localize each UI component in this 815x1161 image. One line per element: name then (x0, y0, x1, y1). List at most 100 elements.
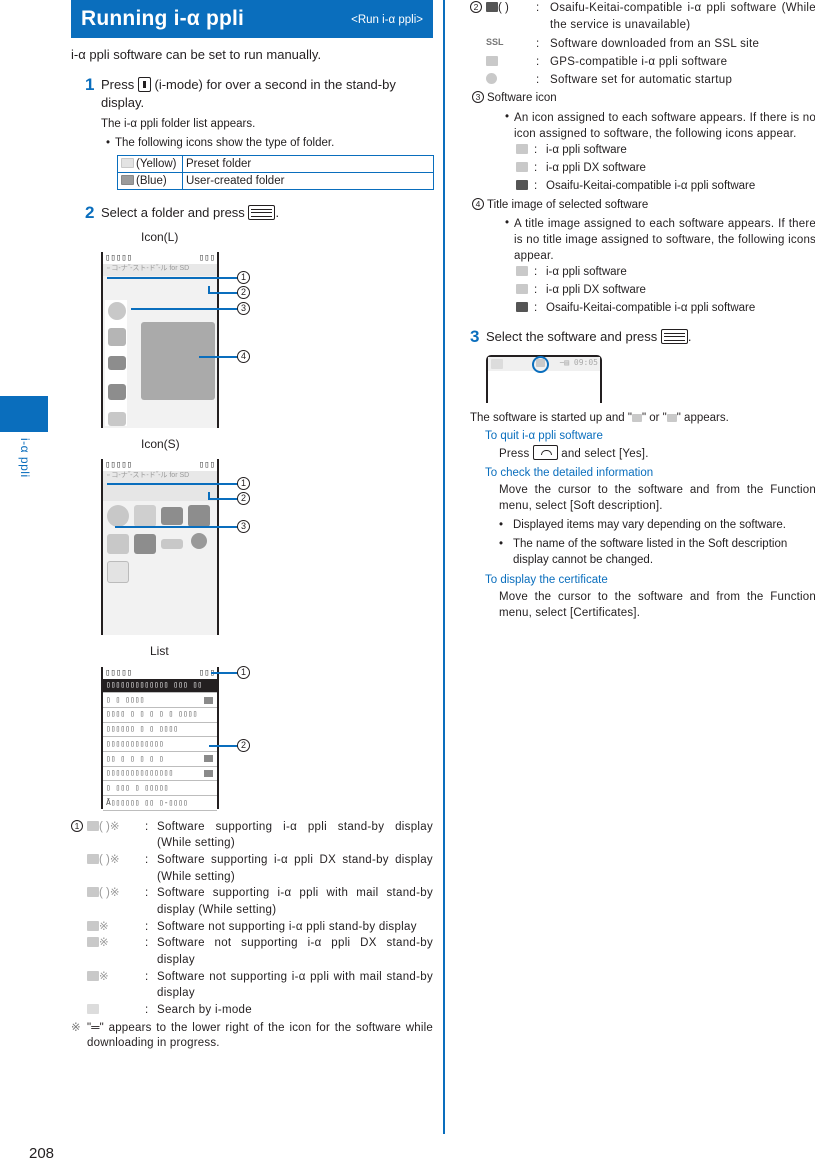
legend-item: : Search by i-mode (71, 1002, 433, 1019)
list-item[interactable]: Ā▯▯▯▯▯▯ ▯▯ ▯-▯▯▯▯ (103, 796, 217, 811)
status-right: ▯▯▯ (198, 460, 215, 471)
i-appli-running-icon (536, 358, 545, 367)
list-item[interactable]: ▯▯▯▯ ▯ ▯ ▯ ▯ ▯ ▯▯▯▯ (103, 708, 217, 723)
list-item[interactable]: ▯ ▯▯▯ ▯ ▯▯▯▯▯ (103, 781, 217, 797)
software-icon[interactable] (108, 356, 126, 371)
status-left: ▯▯▯▯▯ (105, 667, 133, 678)
step-number: 1 (85, 74, 95, 94)
legend-desc: Osaifu-Keitai-compatible i-α ppli softwa… (550, 2, 815, 31)
legend-item: 2 ( ) : Osaifu-Keitai-compatible i-α ppl… (470, 0, 815, 33)
software-icon[interactable] (161, 539, 183, 550)
list-item[interactable]: ▯▯▯▯▯▯▯▯▯▯▯▯▯▯ (103, 766, 217, 782)
tip-body: Move the cursor to the software and from… (499, 590, 815, 620)
callout-marker: 4 (472, 197, 484, 210)
legend-item: ( )※ : Software supporting i-α ppli DX s… (71, 852, 433, 885)
column-divider (443, 0, 445, 1134)
result-text: " appears. (676, 411, 729, 424)
legend-desc: GPS-compatible i-α ppli software (550, 56, 728, 69)
software-icon[interactable] (107, 561, 129, 584)
callout-1: 1 (237, 271, 250, 284)
step-text-before: Select a folder and press (101, 205, 245, 221)
list-item[interactable]: ▯ ▯ ▯▯▯▯ (103, 693, 217, 709)
software-icon[interactable] (107, 505, 129, 528)
icon-list-item: : Osaifu-Keitai-compatible i-α ppli softw… (470, 178, 815, 196)
software-icon[interactable] (188, 505, 210, 528)
i-appli-icon (631, 413, 642, 422)
legend-item: SSL : Software downloaded from an SSL si… (470, 36, 815, 53)
folder-icon-cell: (Blue) (117, 172, 183, 191)
software-icon[interactable] (161, 507, 183, 526)
i-appli-dx-icon (666, 413, 677, 422)
legend-item: ※ : Software not supporting i-α ppli DX … (71, 935, 433, 968)
osaifu-keitai-icon (516, 301, 528, 312)
tip-bullet: • The name of the software listed in the … (470, 536, 815, 569)
osaifu-keitai-icon (486, 2, 498, 12)
step-1-bullet: • The following icons show the type of f… (71, 136, 433, 152)
folder-color-label: (Yellow) (136, 157, 177, 170)
legend-desc: Software supporting i-α ppli with mail s… (157, 887, 433, 917)
result-text: " or " (641, 411, 667, 424)
callout-line (209, 745, 238, 747)
legend-desc: Software supporting i-α ppli DX stand-by… (157, 854, 433, 883)
folder-color-label: (Blue) (136, 174, 167, 187)
callout-marker: 1 (71, 819, 83, 832)
page-title: Running i-α ppli (81, 6, 245, 30)
gps-icon (486, 56, 498, 67)
icon-list-item: : i-α ppli software (470, 142, 815, 160)
legend-desc: Software set for automatic startup (550, 73, 733, 86)
bullet-text: The name of the software listed in the S… (513, 537, 788, 567)
legend-item: : Software set for automatic startup (470, 72, 815, 89)
software-icon[interactable] (108, 384, 126, 401)
screen-icon-small: ▯▯▯▯▯ ▯▯▯ ▫ コ-ナ˝-スト-ド˝-ル for SD (101, 459, 219, 636)
list-item[interactable]: ▯▯ ▯ ▯ ▯ ▯ ▯ (103, 752, 217, 767)
right-column: 2 ( ) : Osaifu-Keitai-compatible i-α ppl… (470, 0, 815, 622)
list-item[interactable]: ▯▯▯▯▯▯▯▯▯▯▯▯▯ ▯▯▯ ▯▯ (103, 678, 217, 694)
icon-list-item: : i-α ppli DX software (470, 282, 815, 300)
legend-item: ※ : Software not supporting i-α ppli wit… (71, 969, 433, 1002)
list-item[interactable]: ▯▯▯▯▯▯ ▯ ▯ ▯▯▯▯ (103, 722, 217, 738)
i-appli-dx-icon (87, 937, 99, 948)
tip-bullet: • Displayed items may vary depending on t… (470, 517, 815, 534)
step-number: 2 (85, 203, 95, 223)
step-1: 1 Press (i-mode) for over a second in th… (71, 74, 433, 114)
i-appli-dx-standby-icon (87, 854, 99, 865)
software-icon[interactable] (108, 328, 126, 347)
osaifu-keitai-icon (204, 755, 213, 763)
intro-text: i-α ppli software can be set to run manu… (71, 47, 322, 62)
icon-suffix: ※ (99, 937, 109, 950)
software-icon[interactable] (108, 412, 126, 427)
icon-suffix: ( )※ (99, 820, 120, 833)
icon-desc: i-α ppli software (546, 144, 627, 157)
page-title-bar: Running i-α ppli <Run i-α ppli> (71, 0, 433, 38)
software-icon[interactable] (134, 534, 156, 555)
blue-folder-icon (121, 174, 134, 185)
table-row: (Blue) User-created folder (117, 172, 434, 191)
bullet-dot: • (105, 136, 111, 149)
software-icon[interactable] (191, 533, 207, 550)
page-subtitle: <Run i-α ppli> (351, 14, 423, 27)
section-title: Software icon (487, 92, 557, 105)
bullet-text: A title image assigned to each software … (514, 218, 815, 263)
icon-list-item: : i-α ppli software (470, 264, 815, 282)
page-number: 208 (29, 1145, 55, 1161)
i-mode-key-icon (137, 76, 151, 92)
status-bar: ▯▯▯▯▯ ▯▯▯ (103, 459, 217, 472)
status-bar: −▤ 09:05 (488, 355, 600, 373)
i-appli-mail-standby-icon (87, 887, 99, 898)
folder-name-bar: ▫ コ-ナ˝-スト-ド˝-ル for SD (103, 264, 217, 277)
folder-icon-cell: (Yellow) (117, 155, 183, 174)
folder-desc-cell: User-created folder (182, 172, 434, 191)
section-title: Title image of selected software (487, 198, 649, 211)
download-note: ※ "═" appears to the lower right of the … (71, 1021, 433, 1052)
title-image (141, 322, 215, 401)
software-icon[interactable] (134, 505, 156, 528)
icon-suffix: ( )※ (99, 887, 120, 900)
software-icon[interactable] (107, 534, 129, 555)
section-3-bullet: • An icon assigned to each software appe… (470, 110, 815, 142)
list-item[interactable]: ▯▯▯▯▯▯▯▯▯▯▯▯ (103, 737, 217, 753)
bullet-text: An icon assigned to each software appear… (514, 111, 815, 140)
table-row: (Yellow) Preset folder (117, 155, 434, 174)
legend-item: 1 ( )※ : Software supporting i-α ppli st… (71, 819, 433, 852)
menu-key-icon (660, 328, 688, 344)
folder-desc-cell: Preset folder (182, 155, 434, 174)
